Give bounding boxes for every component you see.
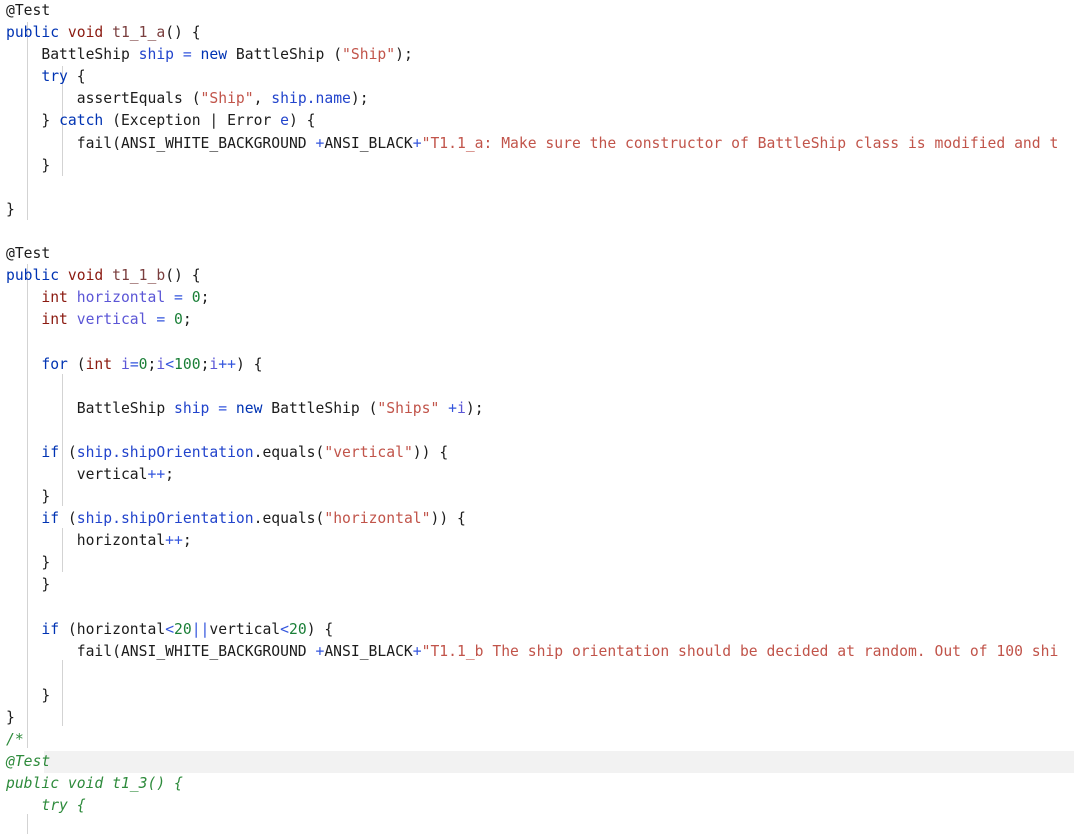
code-line[interactable]: for (int i=0;i<100;i++) { [0, 354, 1074, 376]
code-line[interactable]: } [0, 199, 1074, 221]
code-line-text: if (horizontal<20||vertical<20) { [41, 620, 334, 638]
code-line-text: fail(ANSI_WHITE_BACKGROUND +ANSI_BLACK+"… [6, 642, 1059, 660]
code-line-text: } [6, 686, 51, 704]
code-line-text: public void t1_1_a() { [6, 24, 201, 42]
code-line[interactable]: @Test [0, 751, 1074, 774]
code-line-text: } [6, 709, 15, 726]
code-lines-container[interactable]: @Test public void t1_1_a() { BattleShip s… [0, 0, 1074, 817]
code-line[interactable]: int horizontal = 0; [0, 287, 1074, 309]
code-line[interactable]: @Test [0, 243, 1074, 265]
code-line[interactable] [0, 331, 1074, 353]
code-line-text: for (int i=0;i<100;i++) { [41, 355, 263, 373]
code-line[interactable]: fail(ANSI_WHITE_BACKGROUND +ANSI_BLACK+"… [0, 641, 1074, 663]
code-line[interactable]: /* [0, 729, 1074, 751]
code-line[interactable]: } [0, 155, 1074, 177]
code-line-text: } catch (Exception | Error e) { [6, 112, 316, 130]
code-line-text: @Test [6, 245, 51, 263]
code-line[interactable] [0, 597, 1074, 619]
code-line-text: BattleShip ship = new BattleShip ("Ships… [6, 399, 484, 417]
code-line[interactable]: if (ship.shipOrientation.equals("horizon… [0, 508, 1074, 530]
code-line-text: if (ship.shipOrientation.equals("vertica… [41, 443, 449, 461]
code-line[interactable]: assertEquals ("Ship", ship.name); [0, 88, 1074, 110]
code-line[interactable] [0, 420, 1074, 442]
code-line-text: } [6, 576, 51, 594]
code-line-text: if (ship.shipOrientation.equals("horizon… [41, 510, 466, 528]
code-line-text: int horizontal = 0; [41, 289, 210, 307]
code-line[interactable]: } [0, 707, 1074, 729]
code-line[interactable]: fail(ANSI_WHITE_BACKGROUND +ANSI_BLACK+"… [0, 133, 1074, 155]
code-line[interactable]: try { [0, 66, 1074, 88]
code-line[interactable]: } [0, 574, 1074, 596]
code-line[interactable]: try { [0, 795, 1074, 817]
code-line-text: try { [6, 797, 86, 815]
code-line[interactable]: } catch (Exception | Error e) { [0, 110, 1074, 132]
code-editor[interactable]: @Test public void t1_1_a() { BattleShip s… [0, 0, 1074, 834]
code-line-text: int vertical = 0; [41, 311, 192, 329]
code-line-text: BattleShip ship = new BattleShip ("Ship"… [6, 46, 413, 64]
code-line[interactable]: public void t1_1_a() { [0, 22, 1074, 44]
code-line[interactable]: horizontal++; [0, 530, 1074, 552]
code-line-text: /* [6, 731, 24, 749]
code-line[interactable] [0, 221, 1074, 243]
code-line[interactable]: public void t1_1_b() { [0, 265, 1074, 287]
code-line-text: } [6, 156, 51, 174]
code-line[interactable] [0, 663, 1074, 685]
code-line-text: @Test [6, 753, 51, 771]
code-line[interactable]: @Test [0, 0, 1074, 22]
code-line-text: public void t1_3() { [6, 775, 183, 793]
code-line[interactable] [0, 177, 1074, 199]
code-line-text: } [6, 488, 51, 506]
code-line[interactable]: } [0, 685, 1074, 707]
code-line-text: public void t1_1_b() { [6, 267, 201, 285]
code-line[interactable]: if (ship.shipOrientation.equals("vertica… [0, 442, 1074, 464]
code-line[interactable]: public void t1_3() { [0, 773, 1074, 795]
code-line[interactable] [0, 376, 1074, 398]
code-line-text: } [6, 554, 51, 572]
code-line[interactable]: if (horizontal<20||vertical<20) { [0, 619, 1074, 641]
code-line[interactable]: BattleShip ship = new BattleShip ("Ship"… [0, 44, 1074, 66]
code-line-text: } [6, 200, 15, 218]
code-line-text: @Test [6, 2, 51, 19]
code-line[interactable]: } [0, 552, 1074, 574]
code-line[interactable]: vertical++; [0, 464, 1074, 486]
code-line-text: fail(ANSI_WHITE_BACKGROUND +ANSI_BLACK+"… [6, 134, 1059, 152]
code-line-text: vertical++; [6, 465, 175, 483]
code-line-text: try { [41, 68, 86, 86]
code-line[interactable]: } [0, 486, 1074, 508]
code-line-text: assertEquals ("Ship", ship.name); [6, 90, 369, 108]
code-line-text: horizontal++; [6, 532, 192, 550]
code-line[interactable]: BattleShip ship = new BattleShip ("Ships… [0, 398, 1074, 420]
code-line[interactable]: int vertical = 0; [0, 309, 1074, 331]
